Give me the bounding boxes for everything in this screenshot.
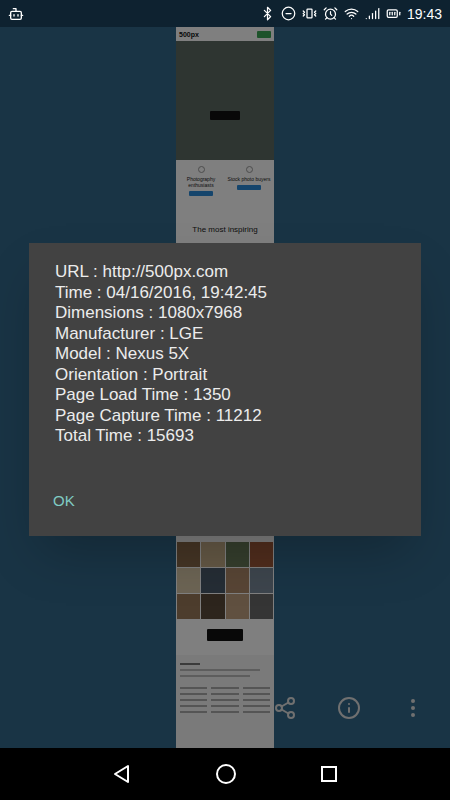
vibrate-icon: [302, 6, 317, 21]
recents-icon[interactable]: [320, 765, 338, 783]
navigation-bar: [0, 748, 450, 800]
dialog-content: URL : http://500px.comTime : 04/16/2016,…: [55, 262, 409, 447]
dialog-line: Page Capture Time : 11212: [55, 406, 409, 427]
dialog-line: Manufacturer : LGE: [55, 324, 409, 345]
dialog-line: URL : http://500px.com: [55, 262, 409, 283]
dialog-line: Page Load Time : 1350: [55, 385, 409, 406]
do-not-disturb-icon: [281, 6, 296, 21]
alarm-icon: [323, 6, 338, 21]
dialog-line: Orientation : Portrait: [55, 365, 409, 386]
status-time: 19:43: [407, 7, 442, 21]
dialog-line: Dimensions : 1080x7968: [55, 303, 409, 324]
dialog-line: Time : 04/16/2016, 19:42:45: [55, 283, 409, 304]
back-icon[interactable]: [112, 764, 132, 784]
bluetooth-icon: [260, 6, 275, 21]
screen: 19:43 500pxPhotography enthusiastsStock p…: [0, 0, 450, 800]
battery-icon: [386, 6, 401, 21]
main-area: 500pxPhotography enthusiastsStock photo …: [0, 27, 450, 748]
ok-button[interactable]: OK: [41, 485, 87, 517]
dialog-line: Model : Nexus 5X: [55, 344, 409, 365]
wifi-icon: [344, 6, 359, 21]
status-bar: 19:43: [0, 0, 450, 27]
android-icon: [8, 6, 24, 22]
info-dialog: URL : http://500px.comTime : 04/16/2016,…: [29, 243, 421, 536]
signal-icon: [365, 6, 380, 21]
dialog-buttons: OK: [55, 447, 409, 536]
dialog-line: Total Time : 15693: [55, 426, 409, 447]
home-icon[interactable]: [215, 763, 237, 785]
